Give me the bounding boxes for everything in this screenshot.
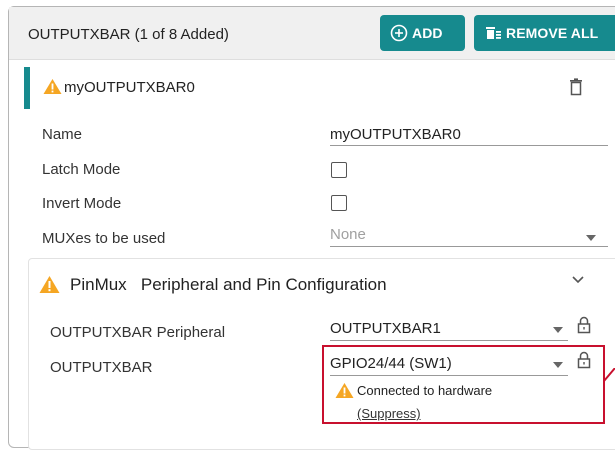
peripheral-value: OUTPUTXBAR1: [330, 320, 441, 337]
remove-all-button-label: REMOVE ALL: [506, 25, 599, 41]
latch-mode-checkbox[interactable]: [331, 162, 347, 178]
invert-mode-label: Invert Mode: [42, 195, 122, 212]
peripheral-label: OUTPUTXBAR Peripheral: [50, 324, 226, 341]
remove-all-button[interactable]: REMOVE ALL: [474, 15, 615, 51]
pin-label: OUTPUTXBAR: [50, 359, 153, 376]
add-button-label: ADD: [412, 25, 443, 41]
chevron-down-icon[interactable]: [572, 276, 584, 284]
invert-mode-checkbox[interactable]: [331, 195, 347, 211]
latch-mode-label: Latch Mode: [42, 161, 121, 178]
warning-icon: [39, 276, 60, 293]
remove-all-icon: [486, 27, 501, 39]
peripheral-select[interactable]: OUTPUTXBAR1: [330, 320, 568, 341]
add-circle-icon: [390, 24, 408, 42]
name-field[interactable]: myOUTPUTXBAR0: [330, 126, 608, 146]
dropdown-caret-icon[interactable]: [553, 327, 563, 333]
name-value: myOUTPUTXBAR0: [330, 126, 461, 143]
dropdown-caret-icon[interactable]: [586, 235, 596, 241]
warning-icon: [43, 79, 62, 94]
muxes-select[interactable]: None: [330, 226, 608, 247]
lock-icon[interactable]: [577, 316, 591, 334]
trash-icon[interactable]: [569, 78, 583, 96]
muxes-value: None: [330, 226, 366, 243]
pinmux-title: PinMux Peripheral and Pin Configuration: [70, 275, 387, 294]
callout-line: [604, 368, 615, 382]
instance-name[interactable]: myOUTPUTXBAR0: [64, 79, 195, 96]
muxes-label: MUXes to be used: [42, 230, 166, 247]
module-title: OUTPUTXBAR (1 of 8 Added): [28, 26, 229, 43]
instance-accent-bar: [24, 67, 30, 109]
name-label: Name: [42, 126, 83, 143]
highlight-box: [322, 345, 605, 424]
add-button[interactable]: ADD: [380, 15, 465, 51]
